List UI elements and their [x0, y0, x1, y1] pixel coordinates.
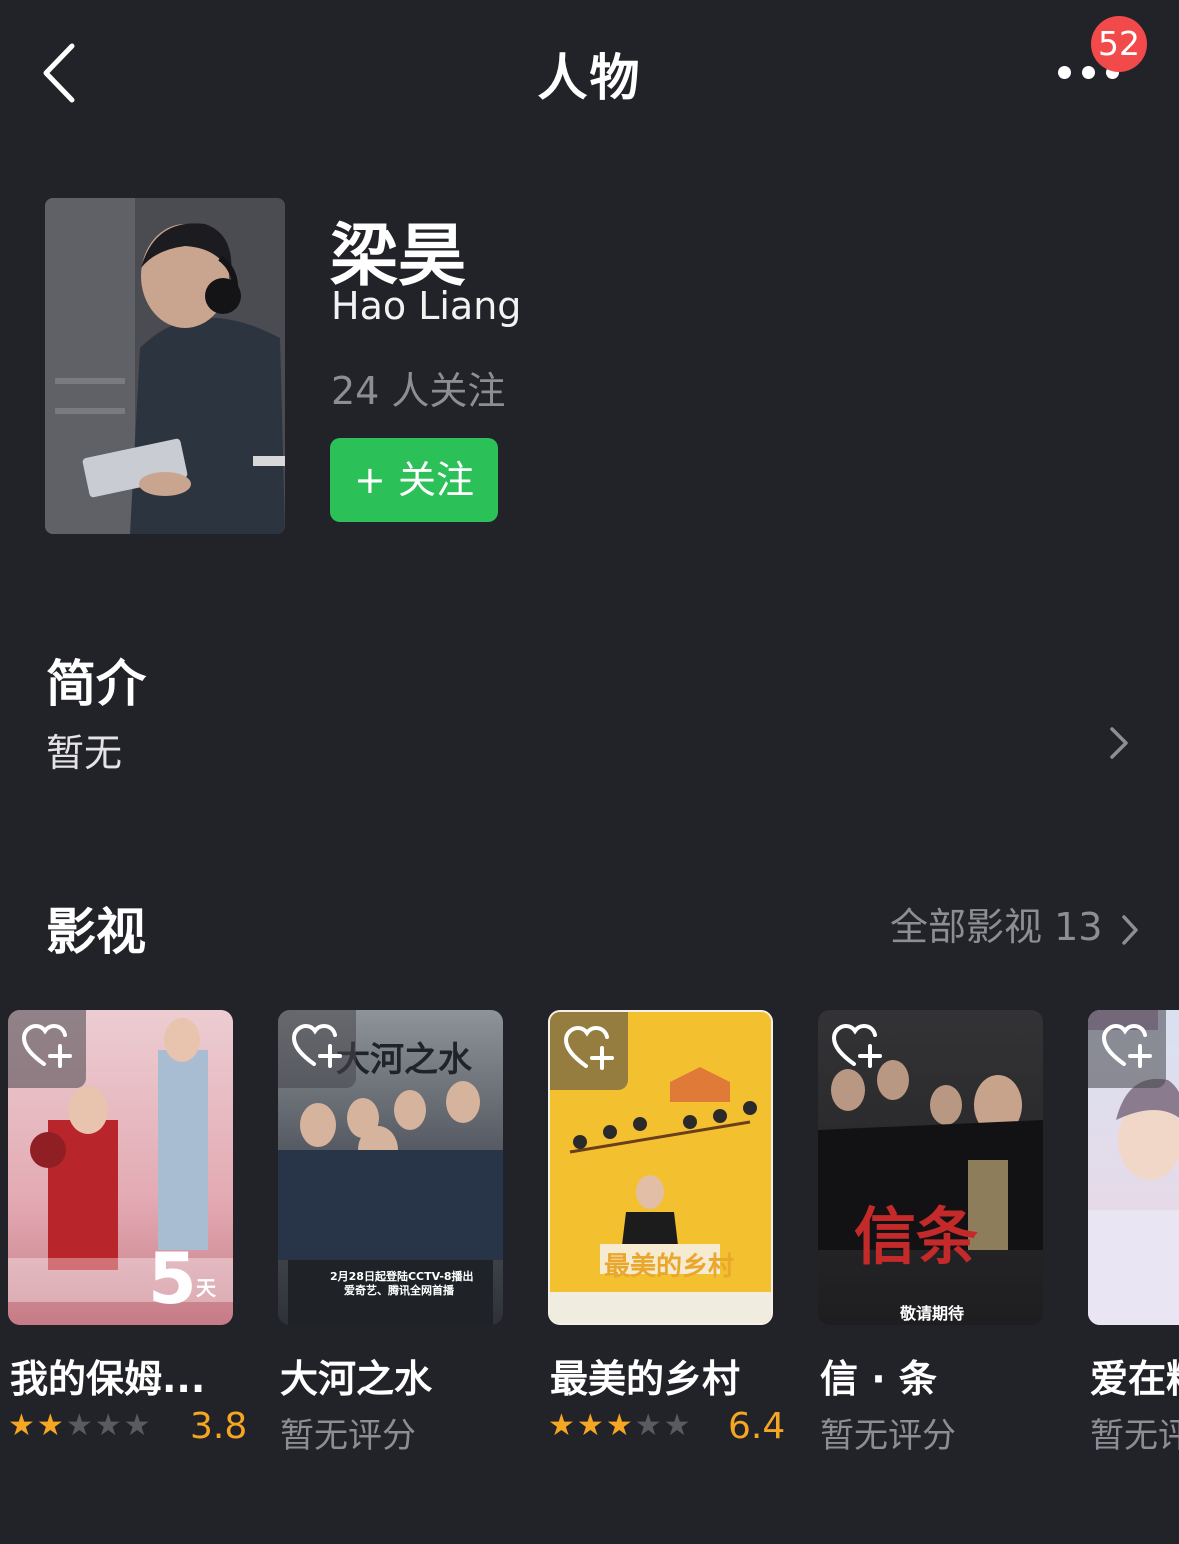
work-score: 3.8: [190, 1406, 248, 1447]
add-favorite-button[interactable]: [278, 1010, 356, 1088]
work-title: 大河之水: [280, 1357, 433, 1401]
work-poster[interactable]: [1088, 1010, 1179, 1325]
more-dot: [1082, 66, 1095, 79]
add-favorite-button[interactable]: [8, 1010, 86, 1088]
star-icon: ★: [36, 1408, 64, 1443]
work-poster[interactable]: 5 天: [8, 1010, 233, 1325]
heart-plus-icon: [1102, 1024, 1152, 1068]
notification-badge: 52: [1091, 16, 1147, 72]
star-icon: ★: [605, 1408, 633, 1443]
star-icon: ★: [94, 1408, 122, 1443]
poster-caption: 爱奇艺、腾讯全网首播: [344, 1284, 454, 1297]
follow-button[interactable]: + 关注: [330, 438, 498, 522]
heart-plus-icon: [292, 1024, 342, 1068]
work-no-score: 暂无评: [1090, 1416, 1179, 1456]
page-title: 人物: [537, 49, 642, 107]
work-no-score: 暂无评分: [280, 1416, 416, 1456]
works-section-title: 影视: [46, 903, 146, 961]
work-card[interactable]: 5 天 我的保姆... ★★★★★ 3.8: [8, 1010, 247, 1447]
poster-countdown: 5: [148, 1238, 197, 1320]
work-poster[interactable]: 大河之水 2月28日起登陆CCTV-8播出 爱奇艺、腾讯全网首播: [278, 1010, 503, 1325]
intro-text[interactable]: 暂无: [46, 722, 122, 777]
heart-plus-icon: [564, 1026, 614, 1070]
work-poster[interactable]: 信条 敬请期待: [818, 1010, 1043, 1325]
work-title: 我的保姆...: [10, 1357, 206, 1401]
poster-title-text: 信条: [854, 1200, 979, 1273]
chevron-right-icon: [1121, 914, 1138, 945]
work-title: 最美的乡村: [550, 1357, 741, 1401]
star-icon: ★: [8, 1408, 35, 1443]
person-photo-art: [45, 198, 285, 534]
star-icon: ★: [663, 1408, 691, 1443]
poster-countdown-unit: 天: [196, 1276, 216, 1300]
heart-plus-icon: [22, 1024, 72, 1068]
person-photo: [45, 198, 285, 534]
add-favorite-button[interactable]: [550, 1012, 628, 1090]
heart-plus-icon: [832, 1024, 882, 1068]
intro-section-title: 简介: [46, 655, 146, 713]
rating-stars: ★★★★★: [548, 1408, 693, 1444]
work-score: 6.4: [728, 1406, 786, 1447]
work-card[interactable]: 信条 敬请期待 信 · 条 暂无评分: [818, 1010, 1043, 1456]
work-title: 爱在粉: [1090, 1357, 1179, 1401]
person-english-name: Hao Liang: [331, 284, 522, 328]
poster-title-text: 最美的乡村: [604, 1252, 735, 1282]
all-works-link[interactable]: 全部影视 13: [890, 896, 1141, 949]
star-icon: ★: [548, 1408, 575, 1443]
work-title: 信 · 条: [820, 1357, 937, 1401]
intro-expand-button[interactable]: [1106, 724, 1132, 762]
work-card[interactable]: 最美的乡村 最美的乡村 ★★★★★ 6.4: [548, 1010, 785, 1447]
add-favorite-button[interactable]: [818, 1010, 896, 1088]
star-icon: ★: [634, 1408, 662, 1443]
add-favorite-button[interactable]: [1088, 1010, 1166, 1088]
person-page: 人物 52 梁昊 Hao Liang 24 人关注 + 关注 简介 暂无 影视 …: [0, 0, 1179, 1544]
poster-caption: 敬请期待: [900, 1304, 965, 1323]
rating-stars: ★★★★★: [8, 1408, 153, 1444]
more-dots-icon: [1058, 66, 1071, 79]
all-works-label: 全部影视 13: [890, 905, 1103, 949]
work-no-score: 暂无评分: [820, 1416, 956, 1456]
star-icon: ★: [576, 1408, 604, 1443]
work-poster[interactable]: 最美的乡村: [548, 1010, 773, 1325]
chevron-right-icon: [1110, 727, 1128, 759]
poster-title-text: 大河之水: [336, 1040, 472, 1080]
work-card[interactable]: 爱在粉 暂无评: [1088, 1010, 1179, 1456]
follower-count: 24 人关注: [331, 369, 506, 413]
star-icon: ★: [65, 1408, 93, 1443]
work-card[interactable]: 大河之水 2月28日起登陆CCTV-8播出 爱奇艺、腾讯全网首播 大河之水 暂无…: [278, 1010, 503, 1456]
star-icon: ★: [123, 1408, 151, 1443]
